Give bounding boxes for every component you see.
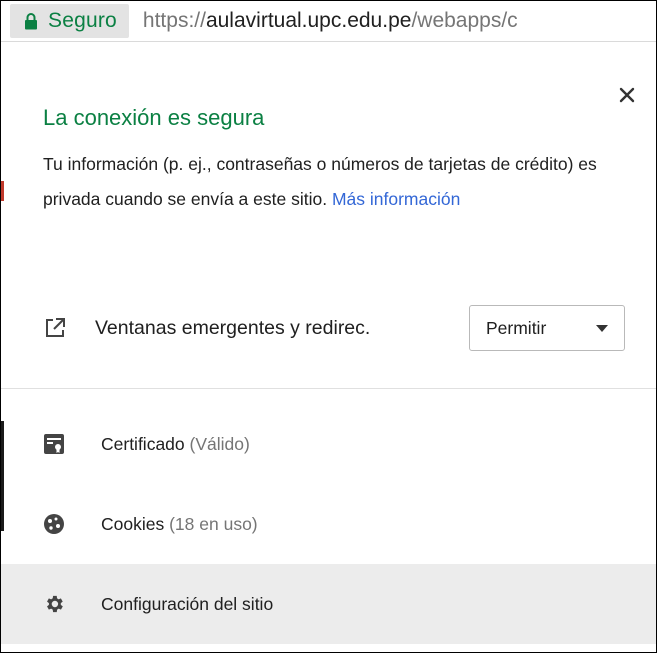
- permission-label: Ventanas emergentes y redirec.: [95, 316, 371, 339]
- address-bar[interactable]: Seguro https://aulavirtual.upc.edu.pe/we…: [1, 1, 656, 42]
- certificate-text: Certificado (Válido): [101, 434, 250, 455]
- section-divider: [1, 388, 656, 389]
- connection-status-title: La conexión es segura: [43, 105, 265, 130]
- more-info-link[interactable]: Más información: [332, 189, 460, 209]
- open-in-new-icon: [46, 318, 65, 337]
- permission-select-value: Permitir: [486, 317, 547, 338]
- url-text[interactable]: https://aulavirtual.upc.edu.pe/webapps/c: [143, 9, 518, 33]
- url-host: aulavirtual.upc.edu.pe: [205, 9, 412, 32]
- close-icon: [619, 87, 635, 103]
- background-page-edge: [1, 181, 4, 201]
- chevron-down-icon: [596, 325, 608, 332]
- certificate-status: (Válido): [189, 433, 250, 454]
- certificate-item[interactable]: Certificado (Válido): [1, 404, 656, 484]
- cookies-count: (18 en uso): [169, 513, 258, 534]
- lock-icon: [25, 13, 37, 30]
- connection-description: Tu información (p. ej., contraseñas o nú…: [43, 147, 623, 217]
- secure-label: Seguro: [48, 9, 117, 32]
- close-button[interactable]: [613, 81, 641, 109]
- url-scheme: https://: [142, 9, 206, 32]
- cookies-label: Cookies: [101, 513, 165, 534]
- security-chip[interactable]: Seguro: [10, 4, 129, 38]
- certificate-icon: [44, 434, 64, 454]
- description-text: Tu información (p. ej., contraseñas o nú…: [43, 154, 597, 209]
- site-settings-item[interactable]: Configuración del sitio: [1, 564, 656, 644]
- certificate-label: Certificado: [101, 433, 185, 454]
- gear-icon: [47, 595, 63, 613]
- cookies-text: Cookies (18 en uso): [101, 514, 258, 535]
- cookies-item[interactable]: Cookies (18 en uso): [1, 484, 656, 564]
- url-path: /webapps/c: [411, 9, 518, 32]
- permission-select[interactable]: Permitir: [469, 305, 625, 351]
- cookie-icon: [44, 514, 64, 534]
- site-info-window: Seguro https://aulavirtual.upc.edu.pe/we…: [0, 0, 657, 653]
- site-settings-label: Configuración del sitio: [101, 593, 274, 614]
